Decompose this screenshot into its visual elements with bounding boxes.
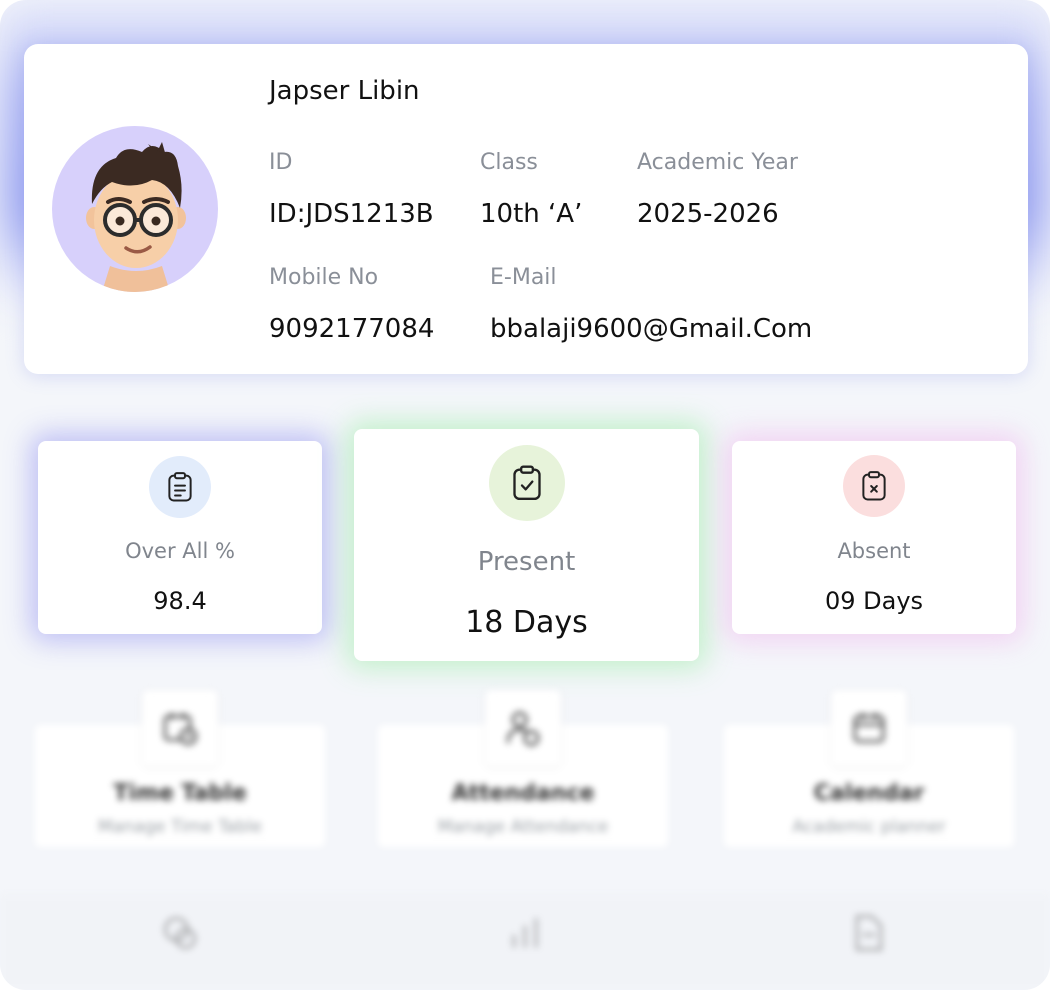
document-icon[interactable] <box>840 905 896 961</box>
menu-subtitle: Manage Attendance <box>437 817 609 837</box>
present-card[interactable]: Present 18 Days <box>354 429 699 661</box>
avatar-memoji-icon <box>86 142 186 292</box>
chat-icon[interactable] <box>152 905 208 961</box>
calendar-icon <box>831 690 907 766</box>
stat-value: 18 Days <box>465 605 588 640</box>
class-label: Class <box>480 150 538 175</box>
stat-value: 98.4 <box>153 587 207 615</box>
absent-card[interactable]: Absent 09 Days <box>732 441 1016 634</box>
clipboard-x-icon <box>843 455 905 517</box>
email-value: bbalaji9600@Gmail.Com <box>490 314 813 344</box>
user-check-icon <box>485 690 561 766</box>
stat-label: Present <box>477 547 576 577</box>
academic-year-value: 2025-2026 <box>637 199 779 229</box>
menu-title: Attendance <box>451 781 595 806</box>
clipboard-check-icon <box>488 445 565 521</box>
menu-subtitle: Manage Time Table <box>98 817 262 837</box>
menu-title: Calendar <box>813 781 925 806</box>
overall-percentage-card[interactable]: Over All % 98.4 <box>38 441 322 634</box>
menu-subtitle: Academic planner <box>792 817 946 837</box>
academic-year-label: Academic Year <box>637 150 798 175</box>
class-value: 10th ‘A’ <box>480 199 583 229</box>
id-label: ID <box>269 150 293 175</box>
email-label: E-Mail <box>490 265 557 290</box>
app-frame: Japser Libin ID ID:JDS1213B Class 10th ‘… <box>0 0 1050 990</box>
quick-menu-area: Time Table Manage Time Table Attendance … <box>0 680 1050 990</box>
stat-label: Over All % <box>125 539 235 563</box>
stat-value: 09 Days <box>824 587 924 615</box>
profile-card: Japser Libin ID ID:JDS1213B Class 10th ‘… <box>24 44 1028 374</box>
menu-card-time-table[interactable]: Time Table Manage Time Table <box>35 690 325 847</box>
mobile-label: Mobile No <box>269 265 379 290</box>
student-avatar <box>52 126 218 292</box>
calendar-clock-icon <box>142 690 218 766</box>
menu-card-attendance[interactable]: Attendance Manage Attendance <box>378 690 668 847</box>
id-value: ID:JDS1213B <box>269 199 434 229</box>
stat-label: Absent <box>837 539 911 563</box>
menu-card-calendar[interactable]: Calendar Academic planner <box>724 690 1014 847</box>
clipboard-list-icon <box>149 456 211 518</box>
student-name: Japser Libin <box>269 76 420 106</box>
mobile-value: 9092177084 <box>269 314 435 344</box>
chart-icon[interactable] <box>497 905 553 961</box>
menu-title: Time Table <box>113 781 247 806</box>
